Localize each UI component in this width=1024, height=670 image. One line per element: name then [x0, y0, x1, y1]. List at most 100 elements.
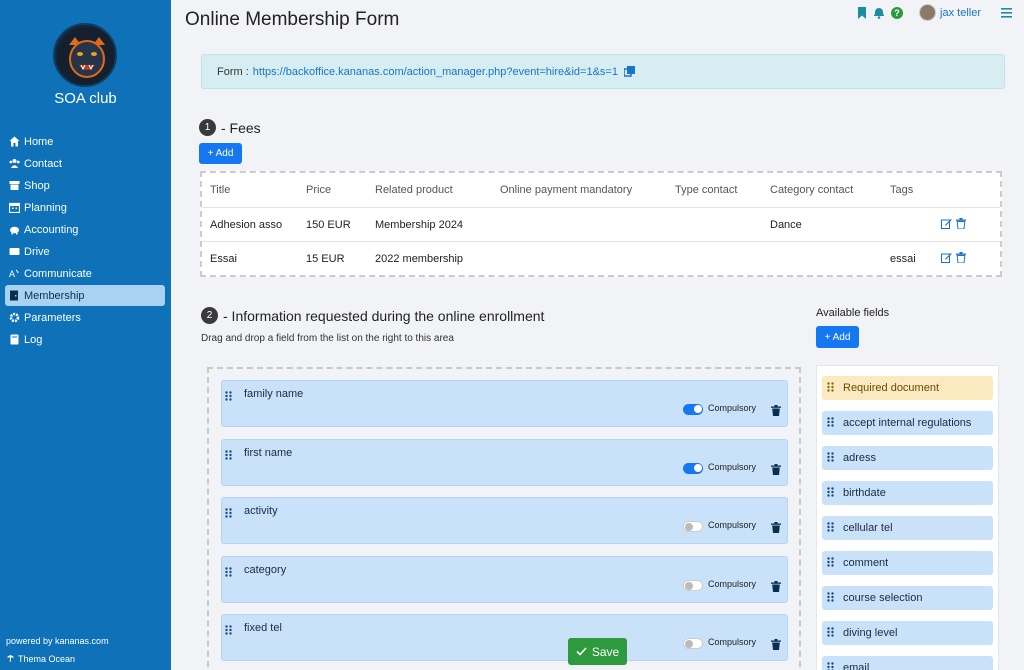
sidebar-item-accounting[interactable]: Accounting: [5, 219, 165, 240]
bell-icon[interactable]: [873, 7, 885, 19]
sidebar-item-parameters[interactable]: Parameters: [5, 307, 165, 328]
drag-handle-icon[interactable]: [225, 564, 232, 582]
field-name: activity: [244, 505, 278, 517]
compulsory-toggle[interactable]: [683, 404, 703, 415]
sidebar-item-drive[interactable]: Drive: [5, 241, 165, 262]
drag-handle-icon[interactable]: [827, 451, 834, 465]
form-field-card[interactable]: first name Compulsory: [221, 438, 788, 486]
available-field-item[interactable]: email: [822, 656, 993, 670]
available-field-item[interactable]: adress: [822, 446, 993, 470]
drag-handle-icon[interactable]: [225, 622, 232, 640]
drag-handle-icon[interactable]: [827, 626, 834, 640]
drag-handle-icon[interactable]: [827, 556, 834, 570]
row-actions: [941, 252, 966, 266]
compulsory-toggle[interactable]: [683, 521, 703, 532]
form-field-card[interactable]: activity Compulsory: [221, 497, 788, 544]
drag-handle-icon[interactable]: [827, 591, 834, 605]
form-field-card[interactable]: category Compulsory: [221, 555, 788, 603]
compulsory-label: Compulsory: [708, 520, 757, 530]
door-icon: [9, 290, 20, 301]
check-icon: [576, 645, 587, 659]
sidebar-item-log[interactable]: Log: [5, 329, 165, 350]
form-field-card[interactable]: fixed tel Compulsory: [221, 614, 788, 661]
available-field-item[interactable]: course selection: [822, 586, 993, 610]
drag-handle-icon[interactable]: [827, 486, 834, 500]
sidebar-item-communicate[interactable]: A Communicate: [5, 263, 165, 284]
table-cell: 15 EUR: [306, 253, 345, 265]
powered-by[interactable]: powered by kananas.com: [6, 636, 109, 646]
bookmark-icon[interactable]: [857, 6, 867, 19]
compulsory-toggle[interactable]: [683, 638, 703, 649]
drag-handle-icon[interactable]: [225, 505, 232, 523]
info-section-title: 2 - Information requested during the onl…: [201, 307, 544, 324]
trash-icon[interactable]: [956, 252, 966, 266]
avatar[interactable]: [919, 4, 937, 21]
sidebar-item-label: Parameters: [24, 311, 81, 324]
column-header[interactable]: Related product: [375, 184, 500, 196]
compulsory-toggle[interactable]: [683, 462, 703, 474]
trash-icon[interactable]: [771, 462, 781, 480]
drag-handle-icon[interactable]: [225, 447, 232, 465]
compulsory-label: Compulsory: [708, 403, 757, 413]
trash-icon[interactable]: [771, 579, 781, 597]
field-name: family name: [244, 388, 304, 400]
save-label: Save: [591, 644, 620, 659]
column-header[interactable]: Online payment mandatory: [500, 184, 675, 196]
available-field-label: course selection: [843, 592, 923, 604]
username[interactable]: jax teller: [940, 7, 981, 19]
sidebar-item-planning[interactable]: Planning: [5, 197, 165, 218]
column-header[interactable]: Category contact: [770, 184, 890, 196]
add-field-button[interactable]: + Add: [816, 326, 859, 348]
theme-label: Thema Ocean: [18, 653, 76, 664]
available-field-item[interactable]: cellular tel: [822, 516, 993, 540]
sidebar-item-home[interactable]: Home: [5, 131, 165, 152]
save-button[interactable]: Save: [568, 638, 627, 665]
column-header[interactable]: Type contact: [675, 184, 770, 196]
sidebar-item-membership[interactable]: Membership: [5, 285, 165, 306]
field-name: category: [244, 563, 287, 576]
compulsory-toggle[interactable]: [683, 579, 703, 591]
form-url-label: Form :: [217, 65, 249, 78]
available-field-label: adress: [843, 452, 877, 464]
trash-icon[interactable]: [956, 217, 966, 232]
umbrella-icon: [6, 653, 15, 664]
trash-icon[interactable]: [771, 637, 781, 655]
sidebar-item-label: Log: [24, 333, 43, 346]
drag-handle-icon[interactable]: [827, 521, 834, 535]
form-fields-dropzone[interactable]: family name Compulsory first name Compulsor…: [207, 367, 801, 670]
theme-selector[interactable]: Thema Ocean: [6, 653, 75, 664]
sidebar-item-label: Home: [24, 135, 54, 148]
add-fee-button[interactable]: + Add: [199, 143, 242, 164]
sidebar-item-label: Membership: [24, 289, 85, 302]
column-header[interactable]: Tags: [890, 184, 936, 196]
table-row: Essai 15 EUR 2022 membership essai: [202, 242, 1000, 276]
menu-icon[interactable]: [1001, 7, 1012, 18]
compulsory-label: Compulsory: [708, 578, 757, 589]
column-header[interactable]: Title: [202, 184, 306, 196]
available-field-item[interactable]: accept internal regulations: [822, 411, 993, 435]
drag-handle-icon[interactable]: [827, 661, 834, 670]
fees-title: - Fees: [221, 119, 261, 136]
edit-icon[interactable]: [941, 252, 952, 266]
sidebar-item-shop[interactable]: Shop: [5, 175, 165, 196]
column-header[interactable]: Price: [306, 184, 375, 196]
sidebar-item-contact[interactable]: Contact: [5, 153, 165, 174]
drag-handle-icon[interactable]: [225, 388, 232, 406]
page-title: Online Membership Form: [185, 9, 400, 30]
edit-icon[interactable]: [941, 218, 952, 232]
drag-handle-icon[interactable]: [827, 381, 834, 395]
available-field-item[interactable]: birthdate: [822, 481, 993, 505]
available-field-item[interactable]: diving level: [822, 621, 993, 645]
copy-icon[interactable]: [623, 66, 635, 77]
sidebar-item-label: Contact: [24, 157, 62, 170]
form-url-link[interactable]: https://backoffice.kananas.com/action_ma…: [253, 66, 618, 78]
drag-handle-icon[interactable]: [827, 416, 834, 430]
available-field-item[interactable]: comment: [822, 551, 993, 575]
help-icon[interactable]: ?: [891, 6, 904, 19]
form-field-card[interactable]: family name Compulsory: [221, 380, 788, 427]
field-name: fixed tel: [244, 622, 282, 634]
available-field-item[interactable]: Required document: [822, 376, 993, 400]
sidebar-nav: Home Contact Shop Planning Accounting Drive A C…: [5, 131, 165, 351]
trash-icon[interactable]: [771, 403, 781, 421]
trash-icon[interactable]: [771, 520, 781, 538]
